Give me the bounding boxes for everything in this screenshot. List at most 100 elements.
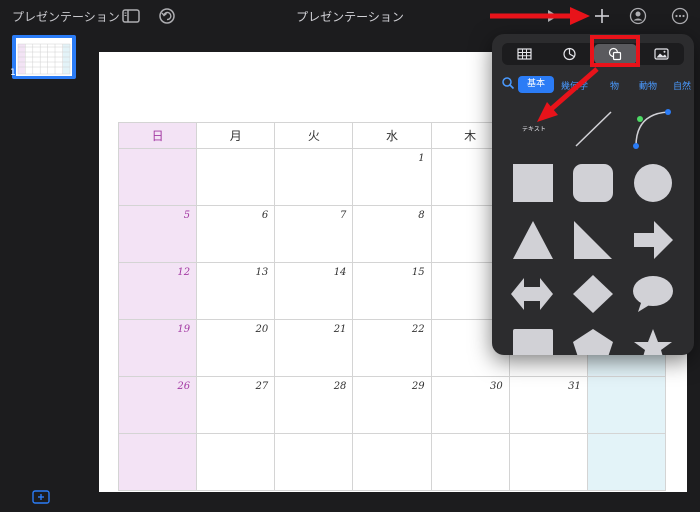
category-object[interactable]: 物: [610, 79, 619, 92]
weekday-header: 日: [117, 122, 198, 149]
search-icon[interactable]: [501, 76, 515, 90]
calendar-day-number: 8: [418, 210, 425, 221]
calendar-day-number: 13: [255, 267, 269, 278]
line-shape-icon[interactable]: [574, 110, 614, 148]
calendar-day-number: 31: [568, 381, 581, 392]
calendar-day-cell[interactable]: [117, 148, 198, 206]
category-animals[interactable]: 動物: [639, 79, 657, 92]
calendar-day-cell[interactable]: [117, 433, 198, 491]
calendar-day-cell[interactable]: 1: [352, 148, 432, 206]
calendar-day-number: 30: [489, 381, 503, 392]
calendar-day-cell[interactable]: 14: [274, 262, 354, 320]
calendar-day-cell[interactable]: [196, 433, 276, 491]
slide-number: 1: [10, 68, 16, 78]
calendar-day-cell[interactable]: [586, 376, 667, 434]
calendar-day-number: 12: [177, 267, 191, 278]
calendar-day-cell[interactable]: 12: [117, 262, 198, 320]
double-arrow-shape-icon[interactable]: [510, 274, 554, 314]
calendar-day-cell[interactable]: 29: [352, 376, 432, 434]
calendar-day-cell[interactable]: 22: [352, 319, 432, 377]
insert-chart-tab[interactable]: [548, 44, 591, 64]
calendar-day-number: [588, 377, 665, 381]
calendar-day-number: 19: [177, 324, 191, 335]
triangle-shape-icon[interactable]: [512, 220, 554, 260]
slide-thumbnail[interactable]: [12, 35, 76, 79]
calendar-day-number: [119, 149, 196, 153]
add-icon[interactable]: [592, 6, 612, 26]
calendar-day-cell[interactable]: 5: [117, 205, 198, 263]
calendar-day-number: 15: [411, 267, 425, 278]
calendar-day-number: 7: [340, 210, 347, 221]
calendar-day-cell[interactable]: [586, 433, 667, 491]
insert-media-tab[interactable]: [640, 44, 683, 64]
calendar-day-number: 27: [255, 381, 269, 392]
calendar-day-cell[interactable]: 21: [274, 319, 354, 377]
calendar-day-number: [588, 434, 665, 438]
text-shape[interactable]: テキスト: [522, 124, 546, 133]
chart-icon: [563, 47, 576, 61]
play-icon[interactable]: [542, 6, 562, 26]
calendar-day-cell[interactable]: [274, 148, 354, 206]
more-icon[interactable]: [670, 6, 690, 26]
calendar-week-row: [117, 433, 667, 491]
calendar-day-cell[interactable]: 13: [196, 262, 276, 320]
calendar-day-cell[interactable]: [352, 433, 432, 491]
calendar-day-number: [275, 149, 352, 153]
curve-shape-icon[interactable]: [630, 108, 674, 150]
calendar-day-cell[interactable]: 7: [274, 205, 354, 263]
thumbnail-calendar-grid: [17, 43, 71, 75]
calendar-day-cell[interactable]: [430, 433, 510, 491]
star-shape-icon[interactable]: [632, 328, 674, 355]
category-nature[interactable]: 自然: [673, 79, 691, 92]
annotation-highlight-box: [590, 35, 640, 67]
calendar-day-cell[interactable]: [508, 433, 588, 491]
calendar-day-cell[interactable]: 28: [274, 376, 354, 434]
calendar-day-cell[interactable]: 8: [352, 205, 432, 263]
toolbar: プレゼンテーション プレゼンテーション: [0, 0, 700, 32]
calendar-day-cell[interactable]: 30: [430, 376, 510, 434]
calendar-day-cell[interactable]: 15: [352, 262, 432, 320]
calendar-day-cell[interactable]: [196, 148, 276, 206]
calendar-day-number: 5: [183, 210, 191, 221]
media-icon: [654, 48, 669, 60]
table-icon: [517, 48, 532, 60]
calendar-day-cell[interactable]: 27: [196, 376, 276, 434]
calendar-day-cell[interactable]: 26: [117, 376, 198, 434]
collaborate-icon[interactable]: [628, 6, 648, 26]
calendar-day-number: 20: [255, 324, 269, 335]
calendar-day-cell[interactable]: 6: [196, 205, 276, 263]
calendar-week-row: 26 27 28 29 30 31: [117, 376, 667, 434]
calendar-day-number: [510, 434, 587, 438]
arrow-shape-icon[interactable]: [632, 220, 674, 260]
calendar-day-number: 14: [333, 267, 347, 278]
insert-popover: 基本 幾何学 物 動物 自然 テキスト: [492, 34, 694, 355]
category-basic[interactable]: 基本: [518, 76, 554, 93]
category-geometry[interactable]: 幾何学: [561, 79, 588, 92]
right-triangle-shape-icon[interactable]: [572, 220, 614, 260]
calendar-day-cell[interactable]: 20: [196, 319, 276, 377]
calendar-day-number: 26: [177, 381, 191, 392]
square-shape-icon[interactable]: [512, 163, 554, 203]
calendar-day-number: [353, 434, 430, 438]
speech-bubble-shape-icon[interactable]: [632, 274, 674, 314]
calendar-day-number: 22: [411, 324, 425, 335]
callout-shape-icon[interactable]: [512, 328, 554, 355]
insert-table-tab[interactable]: [503, 44, 546, 64]
slide-thumbnail-preview: [16, 38, 72, 76]
pentagon-shape-icon[interactable]: [572, 328, 614, 355]
calendar-day-cell[interactable]: 19: [117, 319, 198, 377]
calendar-day-number: 29: [411, 381, 425, 392]
slide-navigator: 1: [0, 32, 85, 512]
circle-shape-icon[interactable]: [632, 163, 674, 203]
diamond-shape-icon[interactable]: [572, 274, 614, 314]
calendar-day-number: 28: [333, 381, 347, 392]
calendar-day-number: [275, 434, 352, 438]
calendar-day-number: 6: [261, 210, 269, 221]
calendar-day-cell[interactable]: 31: [508, 376, 588, 434]
weekday-header: 月: [196, 122, 276, 149]
rounded-square-shape-icon[interactable]: [572, 163, 614, 203]
calendar-day-cell[interactable]: [274, 433, 354, 491]
calendar-day-number: [197, 434, 274, 438]
calendar-day-number: 1: [418, 153, 425, 164]
add-slide-icon[interactable]: [32, 490, 50, 504]
